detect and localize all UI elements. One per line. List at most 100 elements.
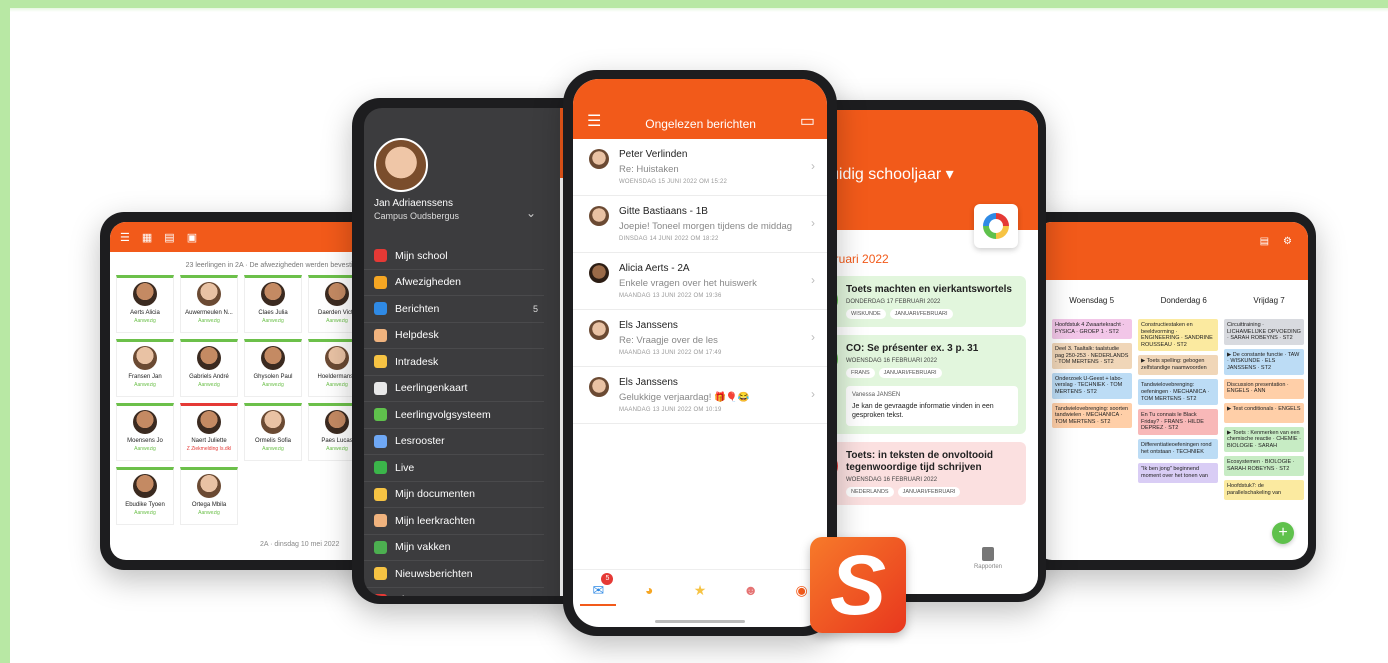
planner-icon[interactable]: ▣: [187, 231, 197, 244]
planner-event[interactable]: Constructiestaken en beeldvorming · ENGI…: [1138, 319, 1218, 352]
planner-screen: ▤ ⚙ Woensdag 5 Donderdag 6 Vrijdag 7 Hoofd…: [1036, 222, 1308, 560]
planner-event[interactable]: Differentiatieoefeningen rond het ontsta…: [1138, 438, 1218, 459]
planner-days: Woensdag 5 Donderdag 6 Vrijdag 7: [1036, 280, 1308, 319]
evaluation-card[interactable]: 81%15/16Toets machten en vierkantswortel…: [816, 276, 1026, 327]
star-icon[interactable]: ★: [688, 580, 712, 600]
tracking-icon: [374, 408, 387, 422]
school-icon[interactable]: ▦: [142, 231, 152, 244]
avatar: [589, 206, 609, 226]
message-date: MAANDAG 13 JUNI 2022 OM 19:36: [619, 293, 722, 299]
menu-item-label: Nieuwsberichten: [395, 567, 473, 580]
day-heading: Woensdag 5: [1069, 296, 1115, 305]
student-card[interactable]: Moensens Jo Aanwezig: [116, 403, 174, 461]
attendance-status: Z Ziekmelding Is.dkl: [186, 446, 232, 452]
evaluation-card[interactable]: 45%9/20Toets: in teksten de onvoltooid t…: [816, 442, 1026, 506]
planner-event[interactable]: "Ik ben jong" beginnend moment over het …: [1138, 462, 1218, 483]
planner-event[interactable]: Onderzoek U-Geest + labo-verslag · TECHN…: [1052, 372, 1132, 399]
planner-event[interactable]: Hoofdstuk7: de parallelschakeling van: [1224, 480, 1304, 501]
student-card[interactable]: Auwermeulen N... Aanwezig: [180, 275, 238, 333]
messages-screen: ☰ Ongelezen berichten ▭ Peter Verlinden R…: [573, 79, 827, 627]
menu-item[interactable]: Intradesk: [364, 349, 544, 376]
menu-item[interactable]: Lesrooster: [364, 429, 544, 455]
evaluations-screen: uidig schooljaar ▾ bruari 2022 81%15/16T…: [816, 110, 1038, 594]
message-item[interactable]: Els Janssens Gelukkige verjaardag! 🎁🎈😂 MAA…: [573, 367, 827, 424]
unread-badge: 5: [601, 573, 614, 585]
messages-icon: [374, 302, 387, 316]
student-card[interactable]: Claes Julia Aanwezig: [244, 275, 302, 333]
gear-icon[interactable]: ⚙: [1283, 236, 1292, 247]
menu-item[interactable]: Mijn school: [364, 243, 544, 270]
live-icon: [374, 461, 387, 475]
message-sender: Alicia Aerts - 2A: [619, 263, 690, 274]
add-event-button[interactable]: +: [1272, 522, 1294, 544]
tracking-logo-icon: [974, 204, 1018, 248]
menu-item[interactable]: Nieuwsberichten: [364, 561, 544, 588]
teacher-icon[interactable]: ☻: [739, 580, 763, 600]
avatar: [133, 282, 157, 306]
avatar: [325, 346, 349, 370]
planner-event[interactable]: ▶ Toets : Kenmerken van een chemische re…: [1224, 426, 1304, 453]
student-card[interactable]: Ghysolen Paul Aanwezig: [244, 339, 302, 397]
student-card[interactable]: Gabriels André Aanwezig: [180, 339, 238, 397]
chevron-down-icon[interactable]: ⌄: [526, 206, 536, 220]
planner-event[interactable]: Ecosystemen · BIOLOGIE · SARAH ROBEYNS ·…: [1224, 456, 1304, 477]
planner-event[interactable]: Circuittraining · LICHAMELIJKE OPVOEDING…: [1224, 319, 1304, 345]
menu-item[interactable]: Leerlingvolgsysteem: [364, 402, 544, 429]
message-body: Alicia Aerts - 2A Enkele vragen over het …: [619, 263, 757, 301]
avatar: [133, 410, 157, 434]
calendar-icon[interactable]: ▤: [164, 231, 174, 244]
student-name: Gabriels André: [189, 374, 229, 380]
compose-icon[interactable]: ▭: [800, 111, 815, 131]
tab-rapporten-label: Rapporten: [973, 564, 1002, 570]
menu-item[interactable]: Leerlingenkaart: [364, 376, 544, 402]
planner-event[interactable]: Tandwielovebrenging: soorten tandwielen …: [1052, 402, 1132, 429]
message-item[interactable]: Els Janssens Re: Vraagje over de les MAAND…: [573, 310, 827, 367]
planner-event[interactable]: ▶ Toets spelling: gebogen zelfstandige n…: [1138, 355, 1218, 376]
student-card[interactable]: Naert Juliette Z Ziekmelding Is.dkl: [180, 403, 238, 461]
attendance-status: Aanwezig: [134, 446, 156, 452]
evaluation-card[interactable]: 71%10/14CO: Se présenter ex. 3 p. 31WOEN…: [816, 335, 1026, 435]
student-card[interactable]: Ebudike Tyoen Aanwezig: [116, 467, 174, 525]
menu-item[interactable]: Afwezigheden: [364, 270, 544, 296]
message-item[interactable]: Alicia Aerts - 2A Enkele vragen over het …: [573, 253, 827, 310]
student-card[interactable]: Ormelis Sofia Aanwezig: [244, 403, 302, 461]
avatar[interactable]: [374, 138, 428, 192]
menu-item[interactable]: Berichten 5: [364, 296, 544, 323]
message-item[interactable]: Gitte Bastiaans - 1B Joepie! Toneel morge…: [573, 196, 827, 253]
student-card[interactable]: Ortega Mbila Aanwezig: [180, 467, 238, 525]
attendance-status: Aanwezig: [134, 510, 156, 516]
attendance-status: Aanwezig: [134, 318, 156, 324]
attendance-status: Aanwezig: [262, 382, 284, 388]
chevron-right-icon: ›: [811, 330, 815, 344]
menu-item[interactable]: Mijn documenten: [364, 482, 544, 508]
tablet-planner: ▤ ⚙ Woensdag 5 Donderdag 6 Vrijdag 7 Hoofd…: [1020, 212, 1316, 570]
menu-item-label: Leerlingvolgsysteem: [395, 408, 491, 421]
planner-event[interactable]: Deel 3. Taaltalk: taalstudie pag 250-253…: [1052, 343, 1132, 369]
attendance-footer: 2A · dinsdag 10 mei 2022: [260, 541, 340, 548]
tag: JANUARI/FEBRUARI: [889, 309, 953, 319]
student-card[interactable]: Fransen Jan Aanwezig: [116, 339, 174, 397]
schedule-icon: [374, 434, 387, 448]
menu-item[interactable]: Live: [364, 455, 544, 482]
menu-item[interactable]: Mijn vakken: [364, 535, 544, 561]
planner-event[interactable]: ▶ Test conditionals · ENGELS: [1224, 402, 1304, 423]
phone-menu: Jan Adriaenssens Campus Oudsbergus ⌄ Mij…: [352, 98, 592, 604]
menu-item[interactable]: Mijn leerkrachten: [364, 508, 544, 535]
message-item[interactable]: Peter Verlinden Re: Huistaken WOENSDAG 15 …: [573, 139, 827, 196]
planner-event[interactable]: Tandwielovebrenging: oefeningen · MECHAN…: [1138, 379, 1218, 406]
menu-icon[interactable]: ☰: [587, 111, 601, 131]
tracking-icon[interactable]: ◕: [637, 580, 661, 600]
inbox-icon[interactable]: ✉ 5: [580, 573, 617, 606]
menu-item[interactable]: Planner: [364, 588, 544, 596]
planner-event[interactable]: En Tu connais le Black Friday? · FRANS ·…: [1138, 409, 1218, 435]
planner-event[interactable]: Discussion presentation · ENGELS · ANN: [1224, 378, 1304, 399]
planner-event[interactable]: ▶ De constante functie · TAW · WISKUNDE …: [1224, 348, 1304, 375]
menu-item[interactable]: Helpdesk: [364, 323, 544, 349]
student-card[interactable]: Aerts Alicia Aanwezig: [116, 275, 174, 333]
teachers-icon: [374, 514, 387, 528]
planner-event[interactable]: Hoofdstuk 4 Zwaartekracht · FYSICA · GRO…: [1052, 319, 1132, 339]
calendar-icon[interactable]: ▤: [1260, 236, 1269, 247]
menu-icon[interactable]: ☰: [120, 231, 130, 244]
menu-item-label: Planner: [395, 594, 431, 596]
tab-rapporten[interactable]: Rapporten: [974, 547, 1002, 570]
